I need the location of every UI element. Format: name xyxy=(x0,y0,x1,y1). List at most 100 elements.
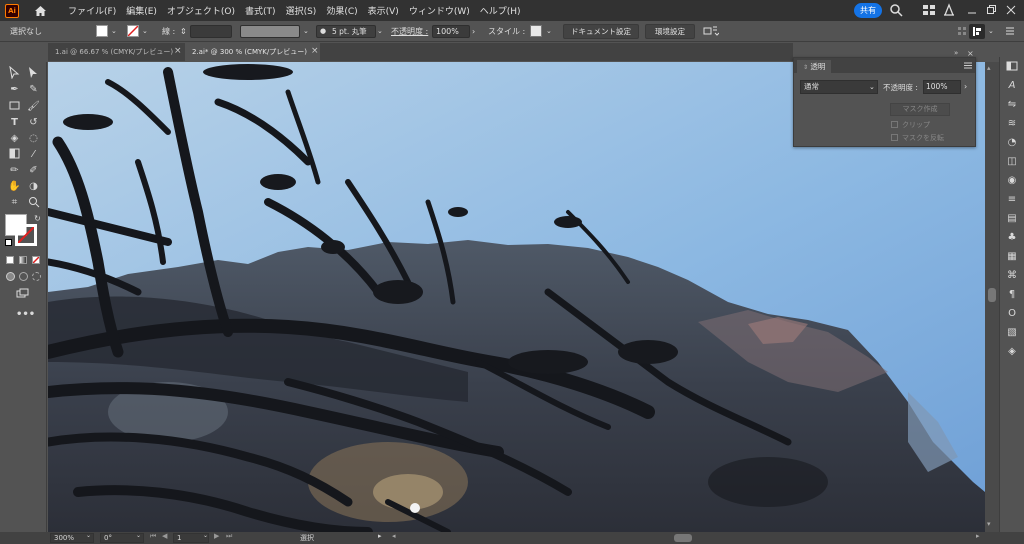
stroke-color-box[interactable] xyxy=(15,224,37,246)
menu-file[interactable]: ファイル(F) xyxy=(63,4,121,17)
shape-builder-tool-icon[interactable]: ◑ xyxy=(27,180,40,193)
next-artboard-icon[interactable]: ▶ xyxy=(214,532,219,540)
character-panel-icon[interactable]: A xyxy=(1006,80,1018,92)
menu-help[interactable]: ヘルプ(H) xyxy=(475,4,526,17)
menu-effect[interactable]: 効果(C) xyxy=(321,4,362,17)
none-mode-icon[interactable] xyxy=(32,256,40,264)
rotate-tool-icon[interactable]: ↺ xyxy=(27,116,40,129)
layers-panel-icon[interactable]: ◈ xyxy=(1006,346,1018,358)
rectangle-tool-icon[interactable] xyxy=(8,100,21,113)
artboard-tool-icon[interactable]: ⌗ xyxy=(8,196,21,209)
panel-close-icon[interactable]: × xyxy=(967,49,974,58)
transparency-panel-icon[interactable]: ◫ xyxy=(1006,156,1018,168)
artboard-dropdown-icon[interactable]: ⌄ xyxy=(203,532,208,539)
direct-selection-tool-icon[interactable] xyxy=(27,66,40,79)
preferences-button[interactable]: 環境設定 xyxy=(645,24,695,39)
zoom-tool-icon[interactable] xyxy=(27,196,40,209)
profile-dropdown-icon[interactable]: ⌄ xyxy=(303,25,309,38)
search-icon[interactable] xyxy=(889,3,903,17)
paintbrush-tool-icon[interactable]: 🖌 xyxy=(27,100,40,113)
puppet-warp-tool-icon[interactable]: ✋ xyxy=(8,180,21,193)
gradient-mode-icon[interactable] xyxy=(19,256,27,264)
panel-opacity-arrow-icon[interactable]: › xyxy=(964,82,967,91)
control-menu-icon[interactable] xyxy=(1005,26,1015,39)
document-setup-button[interactable]: ドキュメント設定 xyxy=(563,24,639,39)
paragraph-panel-icon[interactable]: ¶ xyxy=(1006,289,1018,301)
panel-opacity-field[interactable]: 100% xyxy=(923,80,961,94)
draw-inside-icon[interactable] xyxy=(32,272,41,281)
draw-behind-icon[interactable] xyxy=(19,272,28,281)
close-tab-icon[interactable]: × xyxy=(311,46,319,56)
eraser-tool-icon[interactable]: ◈ xyxy=(8,132,21,145)
stroke-dropdown-icon[interactable]: ⌄ xyxy=(142,25,148,38)
scroll-down-icon[interactable]: ▾ xyxy=(987,520,991,528)
pencil-tool-icon[interactable]: ✏ xyxy=(8,164,21,177)
gradient-panel-icon[interactable]: ▤ xyxy=(1006,213,1018,225)
menu-type[interactable]: 書式(T) xyxy=(240,4,281,17)
fill-dropdown-icon[interactable]: ⌄ xyxy=(111,25,117,38)
eyedropper-tool-icon[interactable]: ⁄ xyxy=(27,148,40,161)
align-panel-icon[interactable]: ⇋ xyxy=(1006,99,1018,111)
swatches-panel-icon[interactable]: ▦ xyxy=(1006,251,1018,263)
stroke-panel-icon[interactable]: ≡ xyxy=(1006,194,1018,206)
panel-menu-icon[interactable] xyxy=(964,62,972,72)
color-panel-icon[interactable]: ◉ xyxy=(1006,175,1018,187)
scroll-up-icon[interactable]: ▴ xyxy=(987,64,991,72)
scroll-left-icon[interactable]: ◂ xyxy=(392,532,396,540)
zoom-dropdown-icon[interactable]: ⌄ xyxy=(86,532,91,539)
brushes-panel-icon[interactable]: ⌘ xyxy=(1006,270,1018,282)
blob-brush-tool-icon[interactable]: ✐ xyxy=(27,164,40,177)
style-dropdown-icon[interactable]: ⌄ xyxy=(546,25,552,38)
gradient-tool-icon[interactable] xyxy=(8,148,21,161)
menu-window[interactable]: ウィンドウ(W) xyxy=(404,4,475,17)
scroll-right-icon[interactable]: ▸ xyxy=(976,532,980,540)
rotation-dropdown-icon[interactable]: ⌄ xyxy=(136,532,141,539)
make-mask-button[interactable]: マスク作成 xyxy=(890,103,950,116)
selection-tool-icon[interactable] xyxy=(8,65,21,80)
share-button[interactable]: 共有 xyxy=(854,3,882,18)
vertical-scroll-thumb[interactable] xyxy=(988,288,996,302)
invert-mask-checkbox[interactable] xyxy=(891,134,898,141)
menu-object[interactable]: オブジェクト(O) xyxy=(162,4,240,17)
edit-toolbar-icon[interactable]: ••• xyxy=(16,308,35,321)
pen-tool-icon[interactable]: ✒ xyxy=(8,83,21,96)
last-artboard-icon[interactable]: ⏭ xyxy=(226,532,232,541)
menu-select[interactable]: 選択(S) xyxy=(281,4,322,17)
align-to-icon[interactable] xyxy=(969,24,985,39)
arrange-documents-icon[interactable] xyxy=(703,25,720,38)
symbols-panel-icon[interactable]: ♣ xyxy=(1006,232,1018,244)
fill-swatch[interactable] xyxy=(96,25,108,37)
opentype-panel-icon[interactable]: O xyxy=(1006,308,1018,320)
stroke-weight-field[interactable] xyxy=(190,25,232,38)
workspace-switcher-icon[interactable] xyxy=(922,3,936,17)
stroke-swatch[interactable] xyxy=(127,25,139,37)
discover-icon[interactable] xyxy=(942,3,956,17)
tab-document-1[interactable]: 1.ai @ 66.67 % (CMYK/プレビュー) xyxy=(48,43,183,61)
opacity-arrow-icon[interactable]: › xyxy=(472,25,475,38)
appearance-panel-icon[interactable]: ≋ xyxy=(1006,118,1018,130)
stroke-weight-stepper-icon[interactable]: ⇕ xyxy=(180,25,187,38)
panel-tab-transparency[interactable]: ⇕ 透明 xyxy=(797,60,832,73)
opacity-field[interactable]: 100% xyxy=(432,25,470,38)
close-tab-icon[interactable]: × xyxy=(174,46,182,56)
menu-view[interactable]: 表示(V) xyxy=(363,4,404,17)
clip-checkbox[interactable] xyxy=(891,121,898,128)
vertical-scrollbar[interactable]: ▴ ▾ xyxy=(985,62,999,532)
graphic-style-swatch[interactable] xyxy=(530,25,542,37)
panel-options-icon[interactable] xyxy=(957,26,967,39)
color-mode-icon[interactable] xyxy=(6,256,14,264)
panel-collapse-icon[interactable]: » xyxy=(954,49,958,57)
previous-artboard-icon[interactable]: ◀ xyxy=(162,532,167,540)
transform-panel-icon[interactable]: ▧ xyxy=(1006,327,1018,339)
lasso-tool-icon[interactable]: ◌ xyxy=(27,132,40,145)
variable-width-profile[interactable] xyxy=(240,25,300,38)
close-window-icon[interactable] xyxy=(1006,5,1016,15)
first-artboard-icon[interactable]: ⏮ xyxy=(150,532,156,541)
type-tool-icon[interactable]: T xyxy=(8,116,21,129)
status-menu-icon[interactable]: ▸ xyxy=(378,532,382,540)
minimize-icon[interactable] xyxy=(967,5,977,15)
pathfinder-panel-icon[interactable]: ◔ xyxy=(1006,137,1018,149)
menu-edit[interactable]: 編集(E) xyxy=(121,4,162,17)
tab-document-2[interactable]: 2.ai* @ 300 % (CMYK/プレビュー) xyxy=(185,43,320,61)
swap-colors-icon[interactable]: ↻ xyxy=(31,212,44,225)
